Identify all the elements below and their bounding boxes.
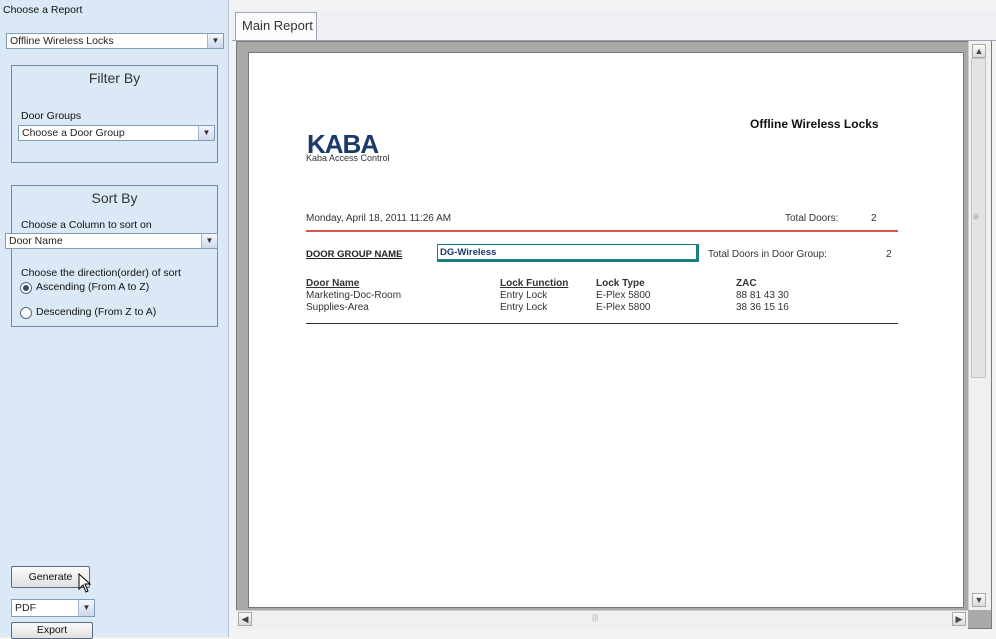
- sort-column-label: Choose a Column to sort on: [21, 219, 152, 231]
- table-row-0-type: E-Plex 5800: [596, 290, 651, 301]
- company-name: Kaba Access Control: [306, 153, 390, 163]
- chevron-down-icon[interactable]: ▼: [207, 34, 223, 48]
- total-in-group-label: Total Doors in Door Group:: [708, 249, 827, 260]
- sort-group: Sort By Choose a Column to sort on Choos…: [11, 185, 218, 327]
- ascending-radio[interactable]: [20, 282, 32, 294]
- export-format-select[interactable]: PDF ▼: [11, 599, 95, 617]
- table-row-1-function: Entry Lock: [500, 302, 548, 313]
- table-row-1-door: Supplies-Area: [306, 302, 369, 313]
- horizontal-scrollbar[interactable]: [236, 610, 968, 629]
- report-select-value: Offline Wireless Locks: [10, 35, 114, 47]
- sort-direction-label: Choose the direction(order) of sort: [21, 267, 181, 279]
- filter-group: Filter By Door Groups Choose a Door Grou…: [11, 65, 218, 163]
- column-header-door-name: Door Name: [306, 278, 360, 289]
- column-header-zac: ZAC: [736, 278, 757, 289]
- descending-label[interactable]: Descending (From Z to A): [36, 306, 156, 318]
- kaba-logo: KABA: [307, 131, 380, 155]
- door-group-select[interactable]: Choose a Door Group ▼: [18, 125, 215, 141]
- door-group-name-box: DG-Wireless: [437, 244, 699, 262]
- table-row-1-zac: 38 36 15 16: [736, 302, 789, 313]
- total-doors-label: Total Doors:: [785, 213, 839, 224]
- door-group-name-label: DOOR GROUP NAME: [306, 249, 403, 260]
- filter-title: Filter By: [88, 70, 141, 86]
- report-date: Monday, April 18, 2011 11:26 AM: [306, 213, 452, 224]
- cursor-icon: [78, 573, 92, 593]
- left-panel: Choose a Report Offline Wireless Locks ▼…: [0, 0, 229, 639]
- ascending-label[interactable]: Ascending (From A to Z): [36, 281, 149, 293]
- report-label: Choose a Report: [3, 4, 83, 16]
- table-row-0-door: Marketing-Doc-Room: [306, 290, 402, 301]
- sort-column-select[interactable]: Door Name ▼: [5, 233, 218, 249]
- column-header-lock-function: Lock Function: [500, 278, 569, 289]
- total-doors-value: 2: [871, 213, 877, 224]
- table-row-0-function: Entry Lock: [500, 290, 548, 301]
- table-row-0-zac: 88 81 43 30: [736, 290, 789, 301]
- report-title: Offline Wireless Locks: [750, 117, 879, 131]
- scroll-left-icon[interactable]: ◀: [238, 612, 252, 626]
- chevron-down-icon[interactable]: ▼: [198, 126, 214, 140]
- tab-main-report[interactable]: Main Report: [235, 12, 317, 40]
- header-divider: [306, 230, 898, 232]
- scroll-right-icon[interactable]: ▶: [952, 612, 966, 626]
- total-in-group-value: 2: [886, 249, 892, 260]
- chevron-down-icon[interactable]: ▼: [201, 234, 217, 248]
- tab-strip: [232, 10, 996, 41]
- door-group-name-value: DG-Wireless: [440, 247, 497, 258]
- svg-text:KABA: KABA: [307, 131, 379, 155]
- sort-title: Sort By: [91, 190, 138, 206]
- table-row-1-type: E-Plex 5800: [596, 302, 651, 313]
- sort-column-select-value: Door Name: [9, 235, 63, 247]
- column-header-lock-type: Lock Type: [596, 278, 645, 289]
- descending-radio[interactable]: [20, 307, 32, 319]
- scroll-down-icon[interactable]: ▼: [972, 593, 986, 607]
- horizontal-grip-icon: |||: [592, 613, 599, 622]
- export-format-value: PDF: [15, 602, 36, 614]
- chevron-down-icon[interactable]: ▼: [78, 600, 94, 616]
- door-groups-label: Door Groups: [21, 110, 82, 122]
- report-select[interactable]: Offline Wireless Locks ▼: [6, 33, 224, 49]
- table-bottom-rule: [306, 323, 898, 324]
- export-button[interactable]: Export: [11, 622, 93, 639]
- grip-icon: ≡: [973, 212, 979, 223]
- door-group-select-value: Choose a Door Group: [22, 127, 125, 139]
- report-page: KABA Kaba Access Control Offline Wireles…: [248, 52, 964, 608]
- scroll-up-icon[interactable]: ▲: [972, 44, 986, 58]
